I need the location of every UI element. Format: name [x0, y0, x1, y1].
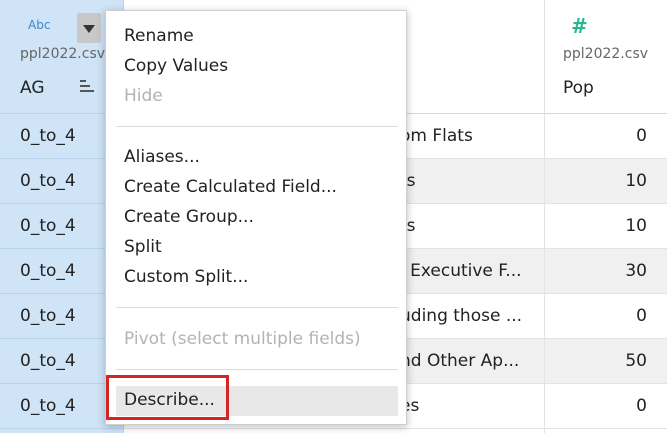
menu-separator [116, 126, 398, 127]
menu-item-hide: Hide [124, 86, 163, 106]
column-name-label-pop: Pop [563, 78, 594, 98]
column-source-label-pop: ppl2022.csv [563, 46, 649, 62]
cell-pop[interactable]: 10 [545, 159, 667, 204]
menu-item-pivot: Pivot (select multiple fields) [124, 329, 361, 349]
menu-separator [116, 307, 398, 308]
column-name-label: AG [20, 78, 45, 98]
menu-item-create-calculated-field[interactable]: Create Calculated Field... [124, 177, 337, 197]
cell-pop[interactable]: 10 [545, 204, 667, 249]
sort-icon[interactable] [80, 80, 96, 94]
menu-item-custom-split[interactable]: Custom Split... [124, 267, 248, 287]
menu-item-rename[interactable]: Rename [124, 26, 194, 46]
cell-pop[interactable]: 0 [545, 384, 667, 429]
menu-item-aliases[interactable]: Aliases... [124, 147, 200, 167]
string-type-icon[interactable]: Abc [28, 18, 50, 32]
column-source-label: ppl2022.csv [20, 46, 106, 62]
cell-pop[interactable]: 30 [545, 249, 667, 294]
menu-item-split[interactable]: Split [124, 237, 162, 257]
menu-item-copy-values[interactable]: Copy Values [124, 56, 228, 76]
cell-pop[interactable]: 50 [545, 339, 667, 384]
number-type-icon[interactable]: # [571, 14, 588, 38]
cell-pop[interactable]: 0 [545, 114, 667, 159]
cell-pop[interactable]: 0 [545, 294, 667, 339]
describe-highlight-box [106, 375, 229, 420]
menu-item-create-group[interactable]: Create Group... [124, 207, 254, 227]
menu-separator [116, 369, 398, 370]
column-dropdown-button[interactable] [77, 13, 101, 43]
column-context-menu: Rename Copy Values Hide Aliases... Creat… [105, 10, 407, 425]
